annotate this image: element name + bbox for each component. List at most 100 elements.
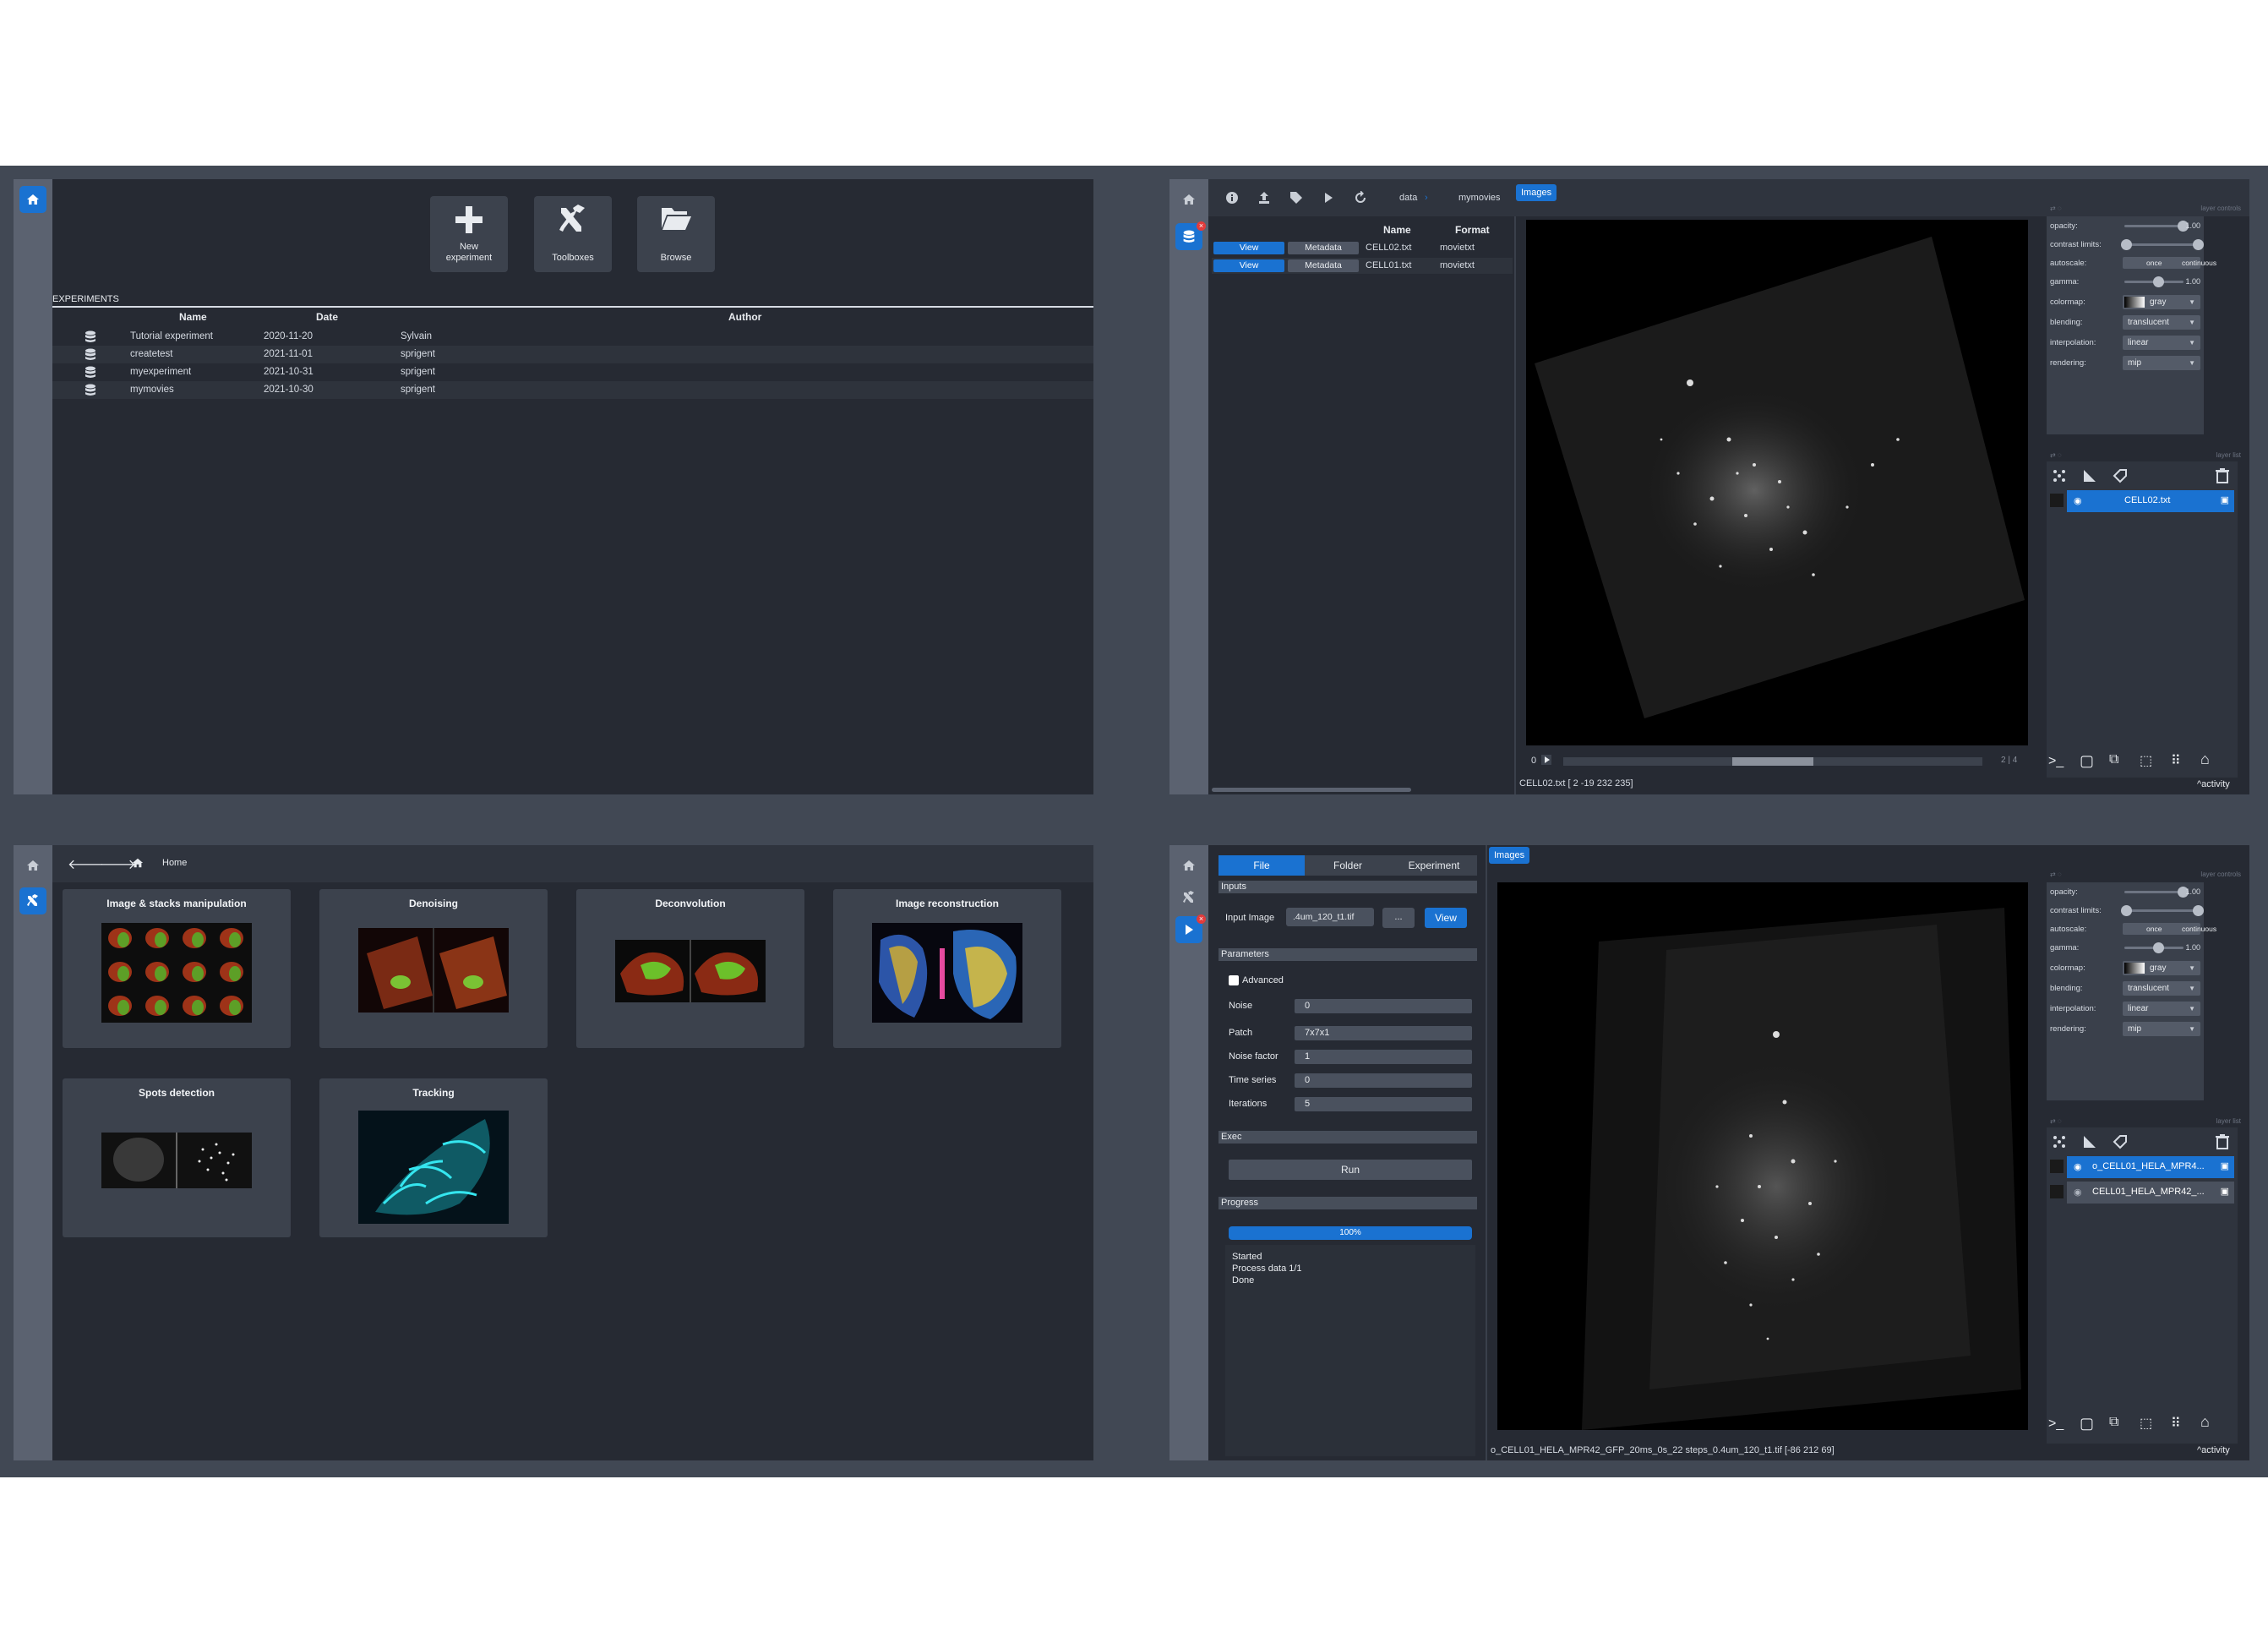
tab-file[interactable]: File: [1219, 855, 1305, 876]
forward-icon[interactable]: 🡒: [100, 855, 136, 873]
view-input-button[interactable]: View: [1425, 908, 1467, 928]
labels-layer-icon[interactable]: [2113, 1134, 2128, 1149]
colormap-select[interactable]: gray: [2123, 295, 2200, 309]
table-row[interactable]: mymovies 2021-10-30 sprigent: [52, 381, 1093, 399]
image-canvas[interactable]: [1497, 882, 2028, 1430]
breadcrumb[interactable]: Home: [162, 858, 187, 868]
breadcrumb-item[interactable]: data: [1399, 193, 1417, 203]
console-icon[interactable]: >_: [2048, 1416, 2064, 1432]
blending-select[interactable]: translucent: [2123, 315, 2200, 330]
activity-toggle[interactable]: ^activity: [2197, 779, 2230, 789]
refresh-icon[interactable]: [1354, 191, 1367, 205]
toolbox-card-tracking[interactable]: Tracking: [319, 1078, 548, 1237]
grid-icon[interactable]: ⠿: [2171, 1415, 2181, 1432]
rendering-select[interactable]: mip: [2123, 356, 2200, 370]
interpolation-select[interactable]: linear: [2123, 336, 2200, 350]
points-layer-icon[interactable]: [2052, 468, 2067, 483]
slider-thumb[interactable]: [2153, 942, 2164, 953]
slider-thumb[interactable]: [2121, 239, 2132, 250]
toolbox-card-image-reconstruction[interactable]: Image reconstruction: [833, 889, 1061, 1048]
trash-icon[interactable]: [2216, 468, 2229, 483]
autoscale-continuous-button[interactable]: continuous: [2182, 925, 2216, 933]
autoscale-continuous-button[interactable]: continuous: [2182, 259, 2216, 267]
interpolation-select[interactable]: linear: [2123, 1002, 2200, 1016]
layer-item[interactable]: ◉ CELL02.txt ▣: [2067, 490, 2234, 512]
sidebar-home-button[interactable]: [19, 852, 46, 879]
browse-button[interactable]: Browse: [637, 196, 715, 272]
column-header-name[interactable]: Name: [179, 311, 207, 323]
shapes-layer-icon[interactable]: [2082, 468, 2097, 483]
breadcrumb-item[interactable]: mymovies: [1458, 193, 1501, 203]
frame-slider[interactable]: [1563, 757, 1982, 766]
toolbox-card-spots-detection[interactable]: Spots detection: [63, 1078, 291, 1237]
upload-icon[interactable]: [1257, 191, 1271, 205]
column-header-date[interactable]: Date: [316, 311, 338, 323]
sidebar-toolboxes-button[interactable]: [19, 887, 46, 914]
contrast-limits-slider[interactable]: [2121, 239, 2204, 250]
toolbox-card-deconvolution[interactable]: Deconvolution: [576, 889, 804, 1048]
contrast-limits-slider[interactable]: [2121, 905, 2204, 916]
table-row[interactable]: myexperiment 2021-10-31 sprigent: [52, 363, 1093, 381]
autoscale-toggle[interactable]: once continuous: [2123, 923, 2216, 935]
patch-field[interactable]: 7x7x1: [1295, 1026, 1472, 1040]
metadata-button[interactable]: Metadata: [1288, 242, 1359, 254]
slider-thumb[interactable]: [2193, 905, 2204, 916]
points-layer-icon[interactable]: [2052, 1134, 2067, 1149]
tab-folder[interactable]: Folder: [1305, 855, 1391, 876]
slider-thumb[interactable]: [2193, 239, 2204, 250]
console-icon[interactable]: >_: [2048, 754, 2064, 769]
eye-icon[interactable]: ◉: [2074, 1187, 2082, 1198]
grid-icon[interactable]: ⠿: [2171, 752, 2181, 769]
transpose-icon[interactable]: ⬚: [2140, 752, 2152, 769]
transpose-icon[interactable]: ⬚: [2140, 1415, 2152, 1432]
opacity-slider[interactable]: [2124, 887, 2189, 898]
column-header-author[interactable]: Author: [728, 311, 761, 323]
view-button[interactable]: View: [1213, 242, 1284, 254]
roll-icon[interactable]: ⧉: [2109, 752, 2118, 767]
slider-thumb[interactable]: [2121, 905, 2132, 916]
eye-icon[interactable]: ◉: [2074, 495, 2082, 506]
reset-view-icon[interactable]: ⌂: [2200, 751, 2210, 768]
labels-layer-icon[interactable]: [2113, 468, 2128, 483]
colormap-select[interactable]: gray: [2123, 961, 2200, 975]
table-row[interactable]: createtest 2021-11-01 sprigent: [52, 346, 1093, 363]
sidebar-home-button[interactable]: [1175, 186, 1202, 213]
metadata-button[interactable]: Metadata: [1288, 259, 1359, 272]
table-row[interactable]: Tutorial experiment 2020-11-20 Sylvain: [52, 328, 1093, 346]
roll-icon[interactable]: ⧉: [2109, 1415, 2118, 1430]
rendering-select[interactable]: mip: [2123, 1022, 2200, 1036]
iterations-field[interactable]: 5: [1295, 1097, 1472, 1111]
horizontal-scrollbar[interactable]: [1212, 788, 1411, 792]
blending-select[interactable]: translucent: [2123, 981, 2200, 996]
layer-item[interactable]: ◉ o_CELL01_HELA_MPR4... ▣: [2067, 1156, 2234, 1178]
sidebar-home-button[interactable]: [19, 186, 46, 213]
info-icon[interactable]: [1225, 191, 1239, 205]
toolboxes-button[interactable]: Toolboxes: [534, 196, 612, 272]
slider-thumb[interactable]: [2153, 276, 2164, 287]
close-tab-button[interactable]: ×: [1197, 221, 1206, 231]
autoscale-toggle[interactable]: once continuous: [2123, 257, 2216, 269]
image-canvas[interactable]: [1526, 220, 2028, 745]
back-icon[interactable]: 🡐: [68, 855, 104, 873]
ndisplay-icon[interactable]: ▢: [2080, 1415, 2094, 1433]
sidebar-home-button[interactable]: [1175, 852, 1202, 879]
run-button[interactable]: Run: [1229, 1160, 1472, 1180]
toolbox-card-image-stacks[interactable]: Image & stacks manipulation: [63, 889, 291, 1048]
frame-slider-thumb[interactable]: [1732, 757, 1813, 766]
eye-icon[interactable]: ◉: [2074, 1161, 2082, 1172]
gamma-slider[interactable]: [2124, 942, 2183, 953]
gamma-slider[interactable]: [2124, 276, 2183, 287]
sidebar-toolboxes-button[interactable]: [1175, 884, 1202, 911]
shapes-layer-icon[interactable]: [2082, 1134, 2097, 1149]
time-series-field[interactable]: 0: [1295, 1073, 1472, 1088]
play-icon[interactable]: [1322, 191, 1335, 205]
layer-item[interactable]: ◉ CELL01_HELA_MPR42_... ▣: [2067, 1182, 2234, 1204]
tab-images[interactable]: Images: [1516, 184, 1557, 201]
new-experiment-button[interactable]: New experiment: [430, 196, 508, 272]
tab-images[interactable]: Images: [1489, 847, 1530, 864]
tag-icon[interactable]: [1289, 191, 1303, 205]
advanced-checkbox[interactable]: [1229, 975, 1239, 985]
column-header-format[interactable]: Format: [1455, 224, 1490, 236]
close-tab-button[interactable]: ×: [1197, 914, 1206, 924]
autoscale-once-button[interactable]: once: [2146, 925, 2162, 933]
